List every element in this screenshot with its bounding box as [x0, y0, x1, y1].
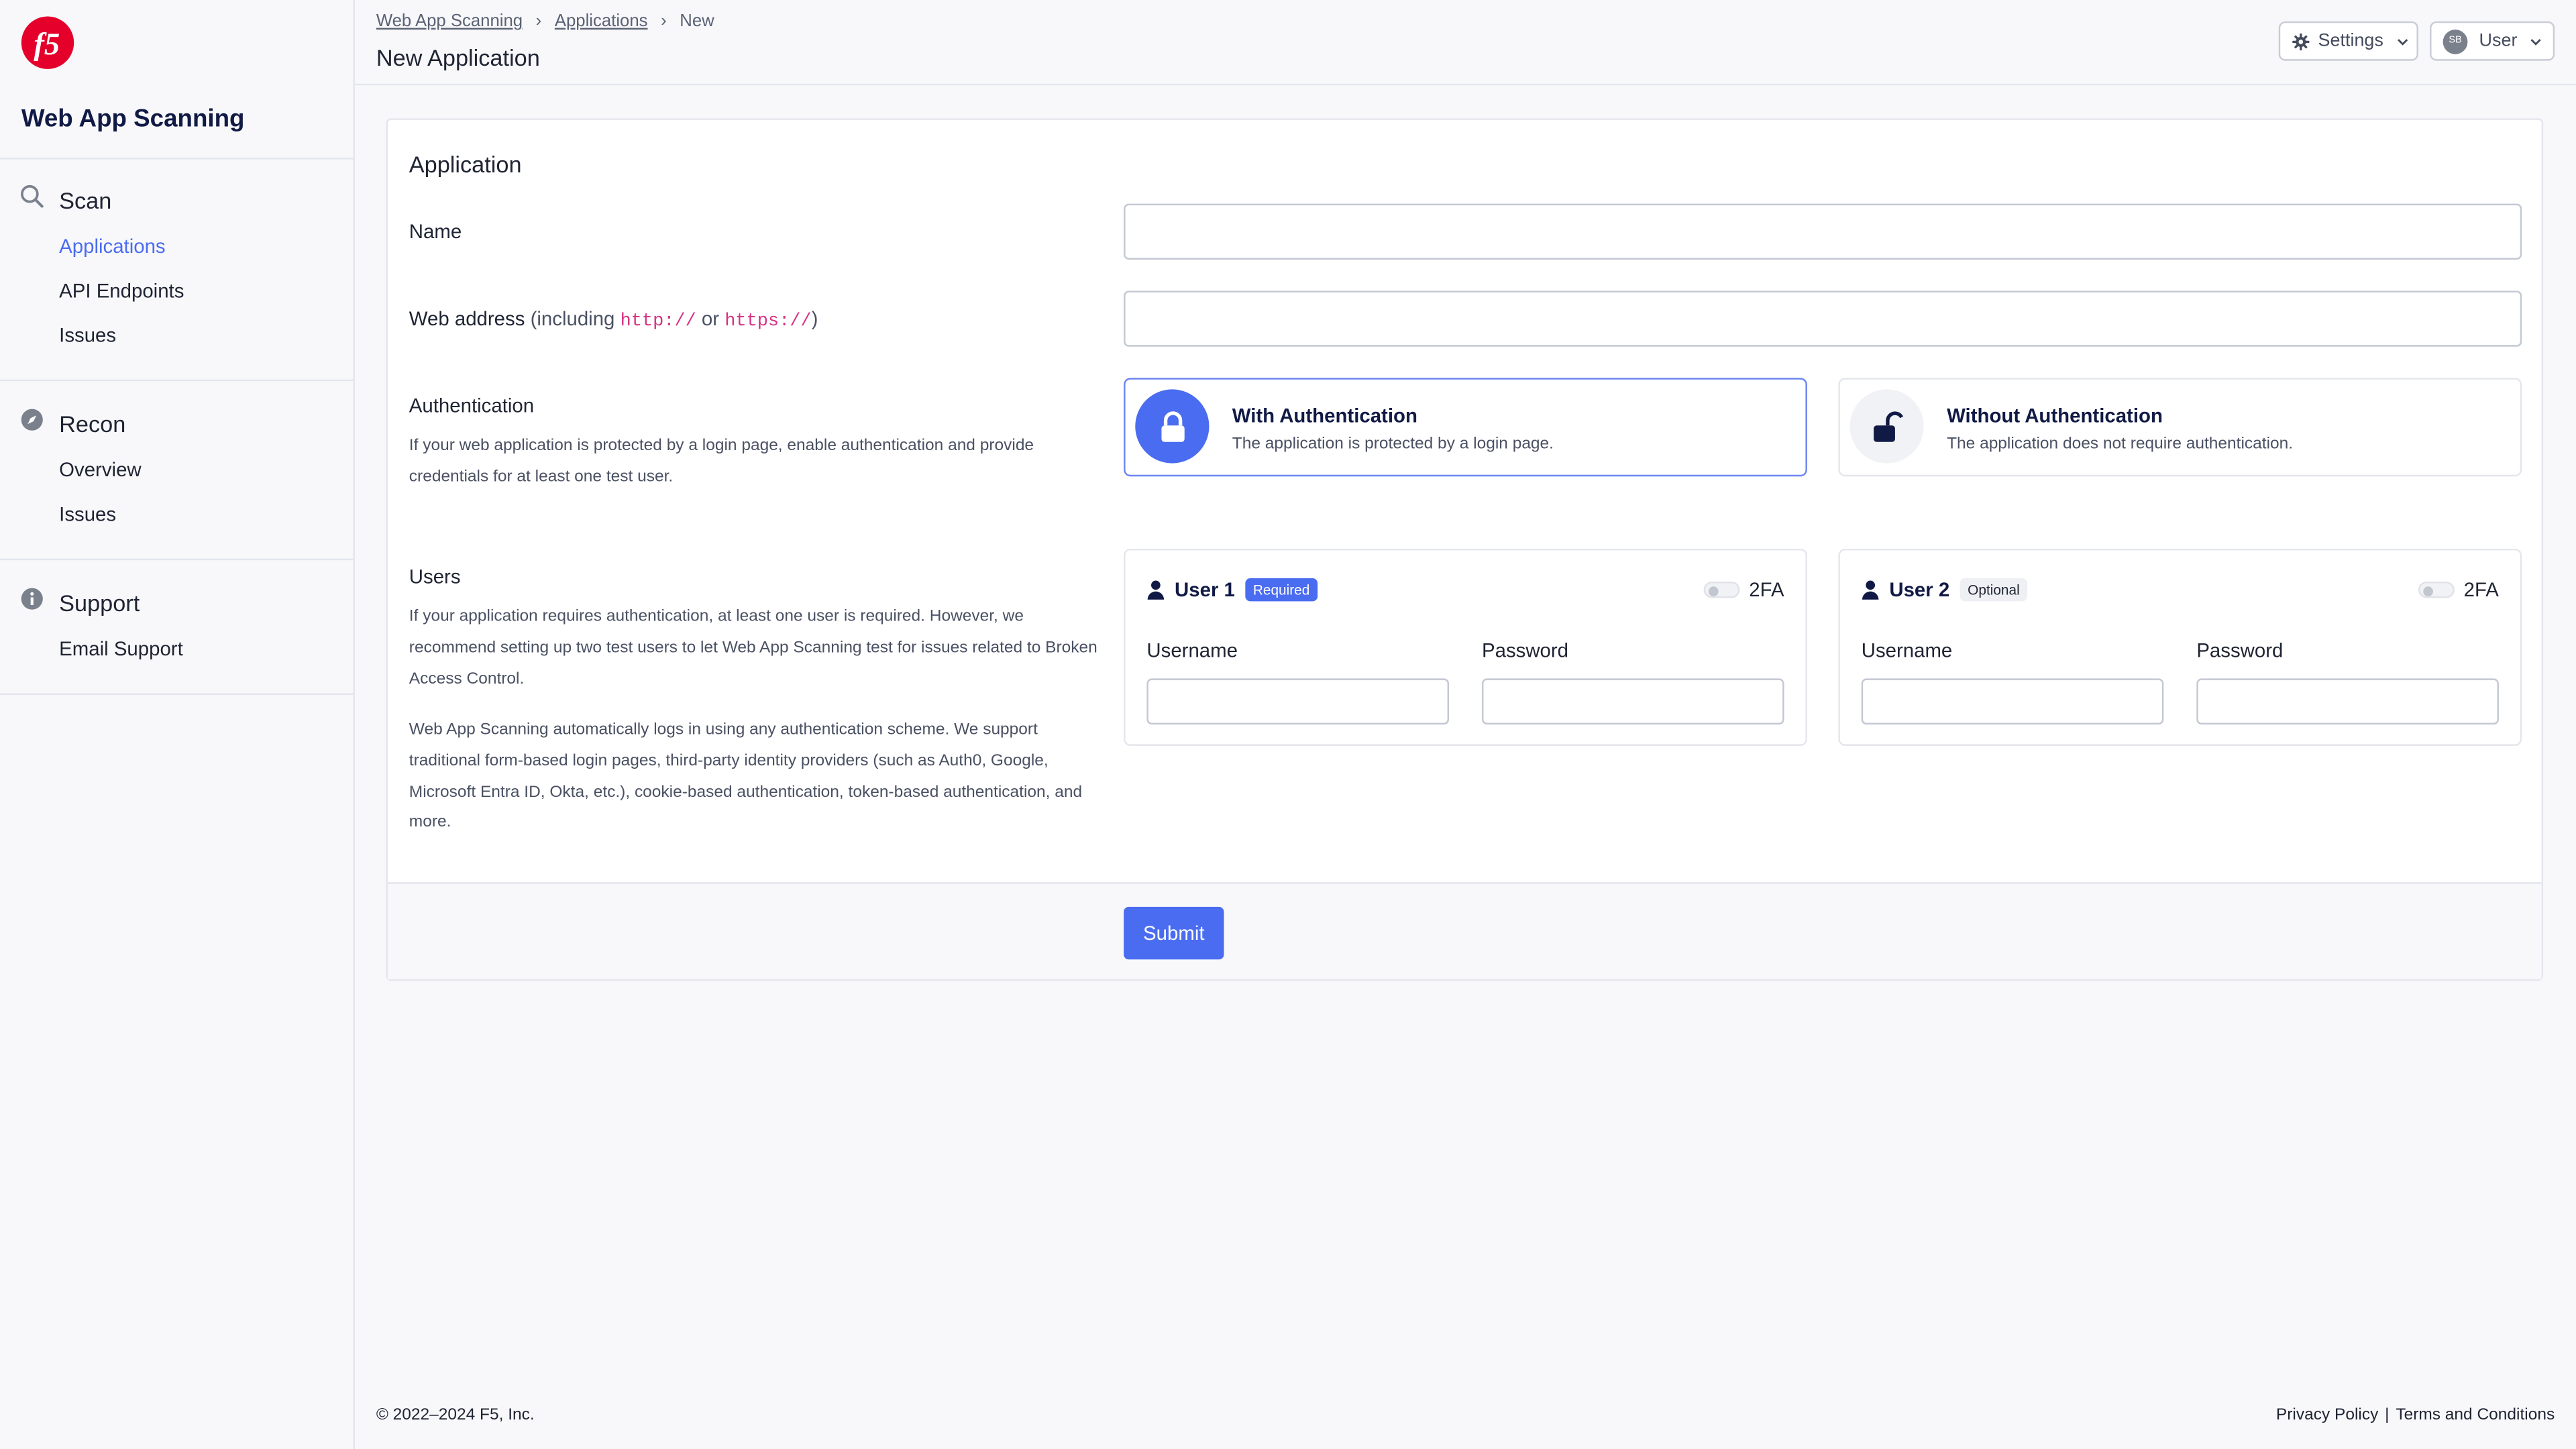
twofa-toggle[interactable]: [2418, 581, 2454, 598]
web-address-label-text: Web address: [409, 307, 525, 331]
hint-prefix: (including: [530, 307, 621, 331]
name-label: Name: [409, 220, 462, 244]
sidebar-item-overview[interactable]: Overview: [59, 458, 141, 481]
auth-option-subtitle: The application does not require authent…: [1947, 435, 2294, 453]
chevron-right-icon: ›: [661, 11, 667, 32]
settings-button[interactable]: Settings: [2278, 21, 2418, 61]
section-title: Application: [409, 151, 522, 178]
auth-option-with[interactable]: With Authentication The application is p…: [1124, 378, 1807, 477]
sidebar-item-recon-issues[interactable]: Issues: [59, 502, 116, 525]
twofa-label: 2FA: [1749, 578, 1784, 602]
search-icon: [19, 184, 44, 217]
user1-password-input[interactable]: [1481, 678, 1784, 725]
privacy-policy-link[interactable]: Privacy Policy: [2276, 1406, 2378, 1424]
breadcrumb-web-app-scanning[interactable]: Web App Scanning: [376, 11, 523, 31]
user-card-1: User 1 Required 2FA Username Password: [1124, 548, 1807, 746]
user-name: User 2: [1889, 578, 1950, 602]
sidebar-divider: [0, 558, 354, 561]
auth-option-title: With Authentication: [1232, 404, 1417, 427]
name-input[interactable]: [1124, 203, 2522, 260]
sidebar-item-email-support[interactable]: Email Support: [59, 637, 183, 660]
sidebar-item-api-endpoints[interactable]: API Endpoints: [59, 279, 184, 302]
info-icon: [19, 586, 44, 619]
settings-label: Settings: [2318, 31, 2383, 51]
f5-logo[interactable]: f5: [19, 15, 75, 70]
nav-group-header[interactable]: Scan: [19, 184, 111, 217]
twofa-toggle-wrap: 2FA: [1703, 578, 1784, 601]
app-name[interactable]: Web App Scanning: [21, 105, 245, 133]
hint-suffix: ): [811, 307, 818, 331]
user-card-2: User 2 Optional 2FA Username Password: [1838, 548, 2522, 746]
sidebar-divider: [0, 379, 354, 382]
hint-or: or: [696, 307, 725, 331]
person-icon: [1146, 580, 1165, 600]
footer-separator: |: [2385, 1406, 2390, 1425]
user-card-header: User 2 Optional: [1862, 578, 2028, 602]
users-help-schemes: Web App Scanning automatically logs in u…: [409, 721, 1083, 833]
sidebar-divider: [0, 693, 354, 695]
hint-http: http://: [620, 312, 696, 332]
sidebar-item-applications[interactable]: Applications: [59, 235, 165, 258]
users-label: Users: [409, 565, 461, 588]
nav-group-label: Recon: [59, 411, 126, 437]
chevron-right-icon: ›: [535, 11, 542, 32]
chevron-down-icon: [2529, 34, 2544, 48]
password-label: Password: [2196, 639, 2284, 662]
footer-links: Privacy Policy | Terms and Conditions: [2276, 1406, 2555, 1424]
breadcrumb: Web App Scanning › Applications › New: [376, 11, 714, 31]
username-label: Username: [1861, 639, 1953, 662]
svg-text:f5: f5: [34, 28, 60, 62]
chevron-down-icon: [2395, 34, 2410, 48]
web-address-label: Web address (including http:// or https:…: [409, 307, 818, 332]
users-help: If your application requires authenticat…: [409, 608, 1097, 688]
auth-option-without[interactable]: Without Authentication The application d…: [1838, 378, 2522, 477]
sidebar-divider: [0, 158, 354, 160]
person-icon: [1862, 580, 1880, 600]
authentication-help: If your web application is protected by …: [409, 437, 1034, 486]
gear-icon: [2292, 32, 2310, 50]
nav-group-header[interactable]: Support: [19, 586, 140, 619]
breadcrumb-applications[interactable]: Applications: [555, 11, 648, 31]
web-address-input[interactable]: [1124, 290, 2522, 347]
user-card-header: User 1 Required: [1146, 578, 1318, 602]
page-title: New Application: [376, 44, 540, 71]
user-name: User 1: [1175, 578, 1235, 602]
top-header: Web App Scanning › Applications › New Ne…: [354, 0, 2576, 86]
username-label: Username: [1146, 639, 1238, 662]
user-label: User: [2479, 31, 2518, 51]
nav-group-label: Scan: [59, 187, 112, 214]
authentication-label: Authentication: [409, 394, 535, 418]
sidebar-item-issues[interactable]: Issues: [59, 323, 116, 346]
submit-button[interactable]: Submit: [1124, 906, 1224, 960]
hint-https: https://: [724, 312, 812, 332]
password-label: Password: [1481, 639, 1569, 662]
required-badge: Required: [1244, 578, 1318, 602]
twofa-label: 2FA: [2463, 578, 2499, 602]
unlock-icon: [1849, 389, 1924, 464]
optional-badge: Optional: [1959, 578, 2028, 602]
form-footer: [387, 882, 2542, 979]
lock-icon: [1135, 389, 1210, 464]
twofa-toggle-wrap: 2FA: [2418, 578, 2499, 601]
nav-group-header[interactable]: Recon: [19, 407, 125, 440]
compass-icon: [19, 407, 44, 440]
user1-username-input[interactable]: [1146, 678, 1450, 725]
copyright: © 2022–2024 F5, Inc.: [376, 1406, 535, 1425]
avatar: SB: [2443, 28, 2468, 54]
breadcrumb-current: New: [680, 11, 714, 32]
auth-option-subtitle: The application is protected by a login …: [1232, 435, 1554, 453]
user-menu-button[interactable]: SB User: [2430, 21, 2555, 61]
user2-password-input[interactable]: [2196, 678, 2499, 725]
nav-group-label: Support: [59, 590, 140, 616]
twofa-toggle[interactable]: [1703, 581, 1739, 598]
user2-username-input[interactable]: [1861, 678, 2164, 725]
application-form: Application Name Web address (including …: [386, 118, 2544, 981]
auth-option-title: Without Authentication: [1947, 404, 2163, 427]
sidebar: f5 Web App Scanning Scan Applications AP…: [0, 0, 355, 1449]
terms-link[interactable]: Terms and Conditions: [2396, 1406, 2555, 1424]
